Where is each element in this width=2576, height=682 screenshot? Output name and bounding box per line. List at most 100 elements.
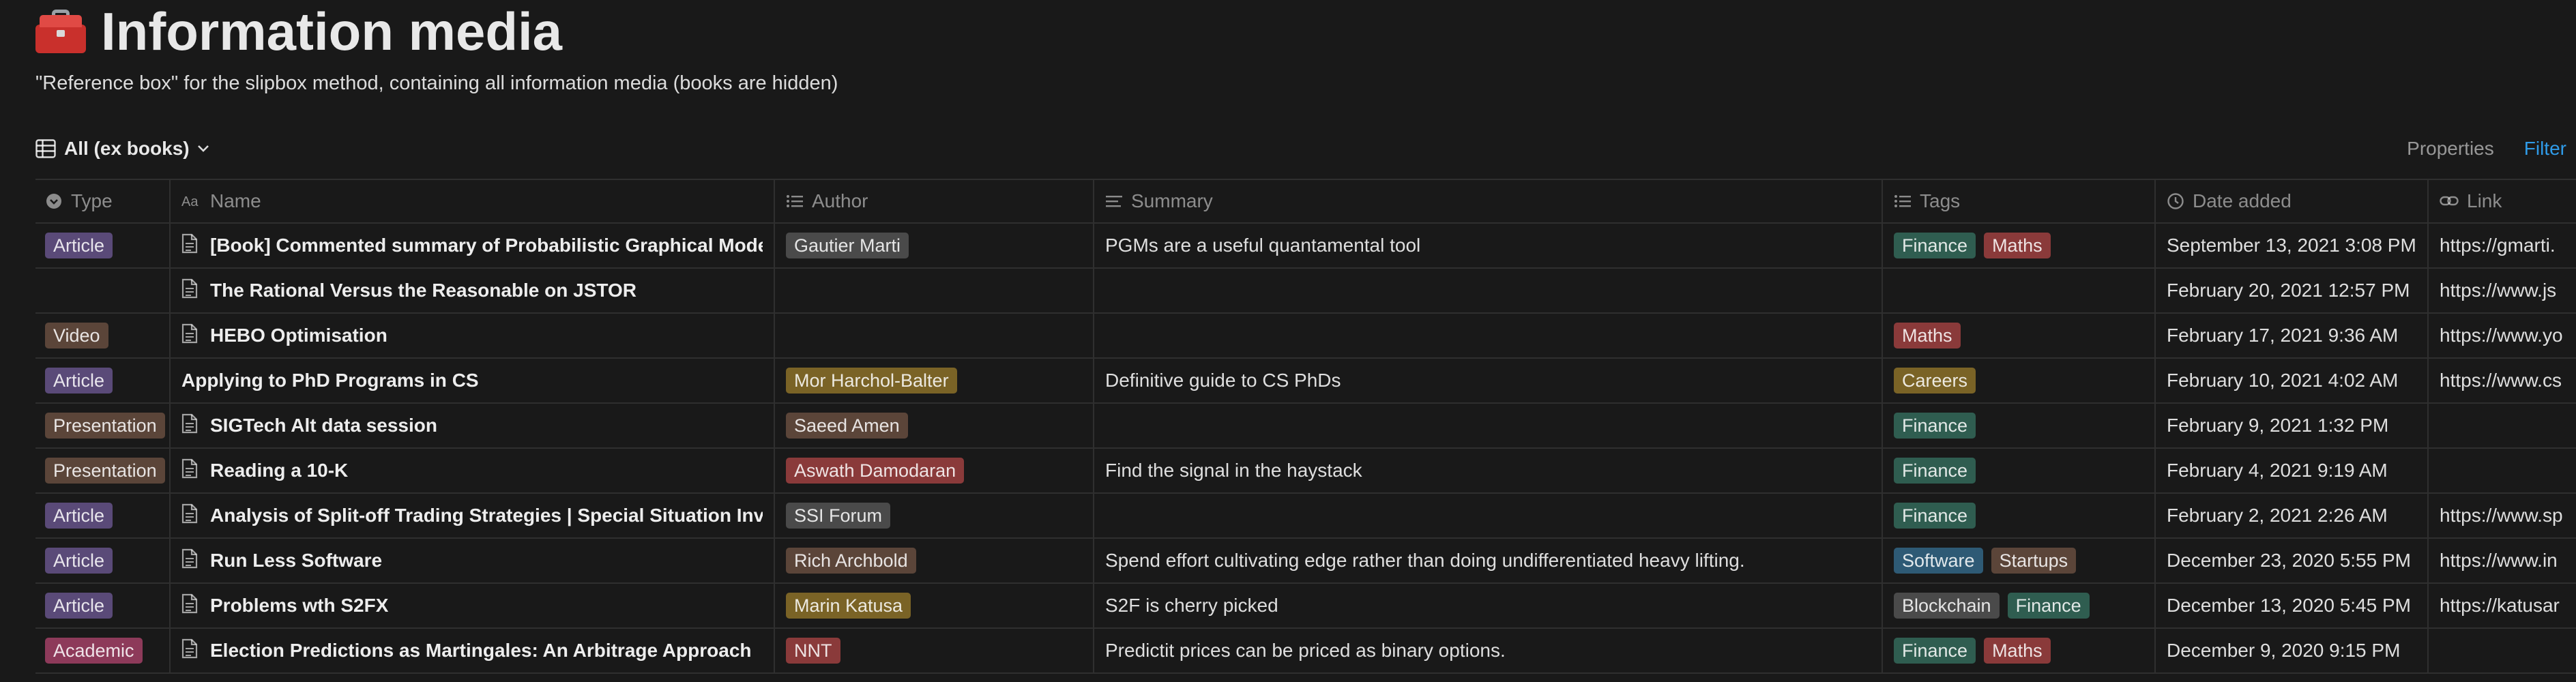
tags-cell[interactable]: Maths <box>1883 314 2156 357</box>
type-cell[interactable]: Academic <box>35 629 171 672</box>
date-added-cell[interactable]: September 13, 2021 3:08 PM <box>2156 224 2429 267</box>
column-header-type[interactable]: Type <box>35 180 171 222</box>
row-title-link[interactable]: [Book] Commented summary of Probabilisti… <box>210 235 763 256</box>
table-row[interactable]: Presentation Reading a 10-K Aswath Damodar… <box>35 449 2576 494</box>
summary-cell[interactable]: Predictit prices can be priced as binary… <box>1094 629 1883 672</box>
column-header-name[interactable]: Aa Name <box>171 180 775 222</box>
toolbox-icon[interactable] <box>35 10 86 53</box>
link-cell[interactable]: https://www.js <box>2429 269 2576 312</box>
url-link[interactable]: https://gmarti. <box>2440 235 2556 256</box>
tags-cell[interactable] <box>1883 269 2156 312</box>
row-title-link[interactable]: HEBO Optimisation <box>210 325 387 346</box>
author-cell[interactable]: Mor Harchol-Balter <box>775 359 1094 402</box>
author-cell[interactable] <box>775 314 1094 357</box>
summary-cell[interactable]: Spend effort cultivating edge rather tha… <box>1094 539 1883 582</box>
link-cell[interactable]: https://www.yo <box>2429 314 2576 357</box>
link-cell[interactable] <box>2429 404 2576 447</box>
tags-cell[interactable]: Finance Maths <box>1883 224 2156 267</box>
author-cell[interactable]: SSI Forum <box>775 494 1094 537</box>
summary-cell[interactable] <box>1094 269 1883 312</box>
type-cell[interactable]: Presentation <box>35 404 171 447</box>
summary-cell[interactable] <box>1094 494 1883 537</box>
name-cell[interactable]: SIGTech Alt data session <box>171 404 775 447</box>
type-cell[interactable]: Article <box>35 359 171 402</box>
tags-cell[interactable]: Finance <box>1883 404 2156 447</box>
table-row[interactable]: Article [Book] Commented summary of Proba… <box>35 224 2576 269</box>
url-link[interactable]: https://www.js <box>2440 280 2556 301</box>
date-added-cell[interactable]: February 20, 2021 12:57 PM <box>2156 269 2429 312</box>
url-link[interactable]: https://www.yo <box>2440 325 2563 346</box>
page-title-text[interactable]: Information media <box>101 1 562 63</box>
type-cell[interactable]: Article <box>35 224 171 267</box>
link-cell[interactable]: https://www.in <box>2429 539 2576 582</box>
date-added-cell[interactable]: February 17, 2021 9:36 AM <box>2156 314 2429 357</box>
view-selector[interactable]: All (ex books) <box>35 138 218 160</box>
type-cell[interactable]: Article <box>35 494 171 537</box>
column-header-tags[interactable]: Tags <box>1883 180 2156 222</box>
url-link[interactable]: https://www.sp <box>2440 505 2563 527</box>
name-cell[interactable]: [Book] Commented summary of Probabilisti… <box>171 224 775 267</box>
filter-button[interactable]: Filter <box>2524 138 2566 160</box>
column-header-summary[interactable]: Summary <box>1094 180 1883 222</box>
link-cell[interactable]: https://gmarti. <box>2429 224 2576 267</box>
summary-cell[interactable]: S2F is cherry picked <box>1094 584 1883 627</box>
date-added-cell[interactable]: February 9, 2021 1:32 PM <box>2156 404 2429 447</box>
date-added-cell[interactable]: February 2, 2021 2:26 AM <box>2156 494 2429 537</box>
row-title-link[interactable]: The Rational Versus the Reasonable on JS… <box>210 280 636 301</box>
type-cell[interactable]: Video <box>35 314 171 357</box>
name-cell[interactable]: Reading a 10-K <box>171 449 775 492</box>
date-added-cell[interactable]: December 13, 2020 5:45 PM <box>2156 584 2429 627</box>
tags-cell[interactable]: Finance <box>1883 449 2156 492</box>
table-row[interactable]: Article Problems wth S2FX Marin Katusa S2F … <box>35 584 2576 629</box>
column-header-link[interactable]: Link <box>2429 180 2576 222</box>
table-row[interactable]: Article Analysis of Split-off Trading Str… <box>35 494 2576 539</box>
table-row[interactable]: The Rational Versus the Reasonable on JS… <box>35 269 2576 314</box>
summary-cell[interactable]: Definitive guide to CS PhDs <box>1094 359 1883 402</box>
type-cell[interactable]: Presentation <box>35 449 171 492</box>
row-title-link[interactable]: Run Less Software <box>210 550 382 572</box>
type-cell[interactable] <box>35 269 171 312</box>
tags-cell[interactable]: Finance Maths <box>1883 629 2156 672</box>
link-cell[interactable]: https://www.sp <box>2429 494 2576 537</box>
table-row[interactable]: Presentation SIGTech Alt data session Saee… <box>35 404 2576 449</box>
page-description[interactable]: "Reference box" for the slipbox method, … <box>35 72 838 95</box>
summary-cell[interactable] <box>1094 314 1883 357</box>
author-cell[interactable]: Gautier Marti <box>775 224 1094 267</box>
row-title-link[interactable]: Election Predictions as Martingales: An … <box>210 640 752 662</box>
author-cell[interactable]: NNT <box>775 629 1094 672</box>
row-title-link[interactable]: Analysis of Split-off Trading Strategies… <box>210 505 763 527</box>
table-row[interactable]: Article Applying to PhD Programs in CS Mor… <box>35 359 2576 404</box>
row-title-link[interactable]: Problems wth S2FX <box>210 595 388 617</box>
summary-cell[interactable]: PGMs are a useful quantamental tool <box>1094 224 1883 267</box>
summary-cell[interactable] <box>1094 404 1883 447</box>
row-title-link[interactable]: SIGTech Alt data session <box>210 415 437 436</box>
name-cell[interactable]: Run Less Software <box>171 539 775 582</box>
date-added-cell[interactable]: February 10, 2021 4:02 AM <box>2156 359 2429 402</box>
name-cell[interactable]: Applying to PhD Programs in CS <box>171 359 775 402</box>
type-cell[interactable]: Article <box>35 584 171 627</box>
link-cell[interactable] <box>2429 449 2576 492</box>
table-row[interactable]: Article Run Less Software Rich Archbold Spe… <box>35 539 2576 584</box>
author-cell[interactable]: Saeed Amen <box>775 404 1094 447</box>
tags-cell[interactable]: Software Startups <box>1883 539 2156 582</box>
table-row[interactable]: Academic Election Predictions as Martinga… <box>35 629 2576 674</box>
date-added-cell[interactable]: December 9, 2020 9:15 PM <box>2156 629 2429 672</box>
link-cell[interactable]: https://www.cs <box>2429 359 2576 402</box>
link-cell[interactable] <box>2429 629 2576 672</box>
author-cell[interactable]: Marin Katusa <box>775 584 1094 627</box>
name-cell[interactable]: HEBO Optimisation <box>171 314 775 357</box>
tags-cell[interactable]: Careers <box>1883 359 2156 402</box>
link-cell[interactable]: https://katusar <box>2429 584 2576 627</box>
tags-cell[interactable]: Blockchain Finance <box>1883 584 2156 627</box>
name-cell[interactable]: Problems wth S2FX <box>171 584 775 627</box>
tags-cell[interactable]: Finance <box>1883 494 2156 537</box>
name-cell[interactable]: Analysis of Split-off Trading Strategies… <box>171 494 775 537</box>
author-cell[interactable]: Aswath Damodaran <box>775 449 1094 492</box>
column-header-author[interactable]: Author <box>775 180 1094 222</box>
date-added-cell[interactable]: February 4, 2021 9:19 AM <box>2156 449 2429 492</box>
url-link[interactable]: https://www.cs <box>2440 370 2562 391</box>
url-link[interactable]: https://www.in <box>2440 550 2558 572</box>
date-added-cell[interactable]: December 23, 2020 5:55 PM <box>2156 539 2429 582</box>
url-link[interactable]: https://katusar <box>2440 595 2560 617</box>
author-cell[interactable] <box>775 269 1094 312</box>
